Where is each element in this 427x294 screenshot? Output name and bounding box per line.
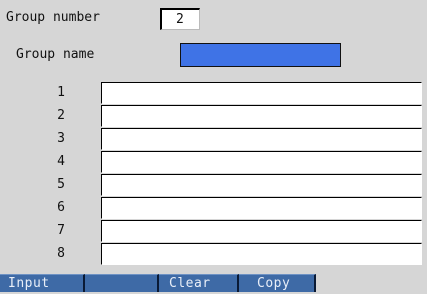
list-row: 1: [0, 82, 427, 105]
row-field[interactable]: [101, 220, 422, 242]
row-number: 4: [57, 154, 65, 169]
group-name-field[interactable]: [180, 43, 341, 67]
row-field[interactable]: [101, 197, 422, 219]
softkey-bar: Input Clear Copy: [0, 274, 427, 294]
group-number-label: Group number: [6, 10, 100, 25]
row-field[interactable]: [101, 128, 422, 150]
group-number-field[interactable]: 2: [160, 8, 200, 30]
group-name-label: Group name: [16, 47, 95, 62]
row-number: 8: [57, 246, 65, 261]
input-softkey[interactable]: Input: [0, 274, 85, 292]
clear-softkey[interactable]: Clear: [159, 274, 239, 292]
list-row: 3: [0, 128, 427, 151]
list-row: 8: [0, 243, 427, 266]
list-row: 6: [0, 197, 427, 220]
row-number: 2: [57, 108, 65, 123]
copy-softkey[interactable]: Copy: [239, 274, 316, 292]
list-row: 7: [0, 220, 427, 243]
row-number: 1: [57, 85, 65, 100]
list-row: 5: [0, 174, 427, 197]
row-number: 5: [57, 177, 65, 192]
row-field[interactable]: [101, 82, 422, 104]
row-number: 6: [57, 200, 65, 215]
list-row: 4: [0, 151, 427, 174]
row-field[interactable]: [101, 151, 422, 173]
blank-softkey[interactable]: [85, 274, 159, 292]
row-number: 7: [57, 223, 65, 238]
row-number: 3: [57, 131, 65, 146]
group-settings-screen: Group number 2 Group name 1 2 3 4 5 6 7: [0, 0, 427, 294]
row-field[interactable]: [101, 243, 422, 265]
list-row: 2: [0, 105, 427, 128]
row-field[interactable]: [101, 105, 422, 127]
row-field[interactable]: [101, 174, 422, 196]
